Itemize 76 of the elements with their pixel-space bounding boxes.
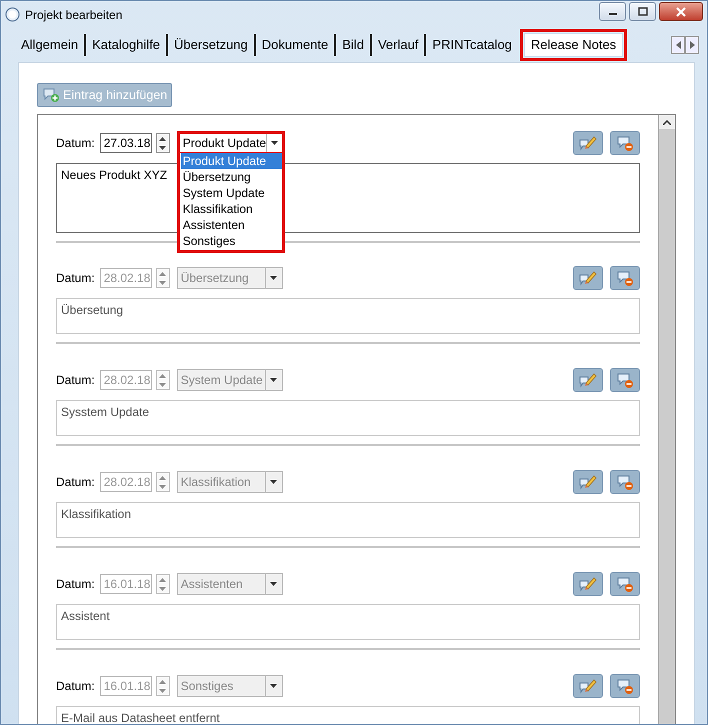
- up-arrow-icon: [159, 476, 166, 480]
- dropdown-option[interactable]: Sonstiges: [180, 233, 282, 249]
- maximize-icon: [638, 7, 648, 16]
- dropdown-option[interactable]: Assistenten: [180, 217, 282, 233]
- dropdown-option[interactable]: Übersetzung: [180, 169, 282, 185]
- edit-button[interactable]: [573, 131, 603, 155]
- tab-scroll-right-icon[interactable]: [685, 36, 699, 54]
- edit-button[interactable]: [573, 674, 603, 698]
- dropdown-arrow-icon: [270, 480, 278, 484]
- date-label: Datum:: [56, 577, 95, 591]
- remove-comment-icon: [615, 575, 635, 593]
- down-arrow-icon: [159, 586, 166, 590]
- remove-comment-icon: [615, 677, 635, 695]
- tab-scroll-left-icon[interactable]: [671, 36, 685, 54]
- pencil-comment-icon: [578, 473, 598, 491]
- edit-button[interactable]: [573, 266, 603, 290]
- pencil-comment-icon: [578, 269, 598, 287]
- up-arrow-icon: [159, 272, 166, 276]
- date-label: Datum:: [56, 679, 95, 693]
- dropdown-arrow-icon: [270, 276, 278, 280]
- minimize-button[interactable]: [599, 2, 626, 21]
- window-title: Projekt bearbeiten: [25, 8, 122, 22]
- dropdown-arrow-icon: [270, 582, 278, 586]
- scroll-up-icon[interactable]: [663, 120, 671, 124]
- dropdown-option[interactable]: Produkt Update: [180, 153, 282, 169]
- remove-comment-icon: [615, 269, 635, 287]
- up-arrow-icon: [159, 578, 166, 582]
- close-button[interactable]: [659, 2, 703, 21]
- delete-button[interactable]: [610, 368, 640, 392]
- delete-button[interactable]: [610, 572, 640, 596]
- category-dropdown[interactable]: Produkt Update: [176, 131, 285, 155]
- maximize-button[interactable]: [629, 2, 656, 21]
- delete-button[interactable]: [610, 674, 640, 698]
- down-arrow-icon: [159, 146, 166, 150]
- pencil-comment-icon: [578, 134, 598, 152]
- add-comment-icon: [42, 87, 60, 103]
- tab[interactable]: Bild: [336, 34, 372, 56]
- down-arrow-icon: [159, 382, 166, 386]
- down-arrow-icon: [159, 484, 166, 488]
- edit-button[interactable]: [573, 368, 603, 392]
- dropdown-arrow-icon: [270, 684, 278, 688]
- tab[interactable]: Verlauf: [372, 34, 426, 56]
- edit-button[interactable]: [573, 470, 603, 494]
- down-arrow-icon: [159, 688, 166, 692]
- dropdown-arrow-icon: [270, 141, 278, 145]
- remove-comment-icon: [615, 134, 635, 152]
- tab[interactable]: PRINTcatalog: [426, 34, 518, 56]
- app-icon: [5, 7, 20, 22]
- dropdown-option[interactable]: System Update: [180, 185, 282, 201]
- date-label: Datum:: [56, 136, 95, 150]
- edit-button[interactable]: [573, 572, 603, 596]
- remove-comment-icon: [615, 473, 635, 491]
- pencil-comment-icon: [578, 677, 598, 695]
- delete-button[interactable]: [610, 131, 640, 155]
- up-arrow-icon: [159, 680, 166, 684]
- scrollbar[interactable]: [658, 115, 675, 724]
- delete-button[interactable]: [610, 470, 640, 494]
- up-arrow-icon: [159, 374, 166, 378]
- date-spinner[interactable]: [156, 133, 170, 153]
- tab[interactable]: Allgemein: [15, 34, 86, 56]
- date-label: Datum:: [56, 373, 95, 387]
- dropdown-arrow-icon: [270, 378, 278, 382]
- tab[interactable]: Übersetzung: [168, 34, 256, 56]
- delete-button[interactable]: [610, 266, 640, 290]
- pencil-comment-icon: [578, 371, 598, 389]
- down-arrow-icon: [159, 280, 166, 284]
- up-arrow-icon: [159, 136, 166, 140]
- dropdown-option[interactable]: Klassifikation: [180, 201, 282, 217]
- date-label: Datum:: [56, 271, 95, 285]
- remove-comment-icon: [615, 371, 635, 389]
- pencil-comment-icon: [578, 575, 598, 593]
- close-icon: [675, 6, 687, 16]
- tab[interactable]: Dokumente: [256, 34, 336, 56]
- date-label: Datum:: [56, 475, 95, 489]
- date-field[interactable]: 27.03.18: [100, 133, 152, 153]
- tab[interactable]: Kataloghilfe: [86, 34, 168, 56]
